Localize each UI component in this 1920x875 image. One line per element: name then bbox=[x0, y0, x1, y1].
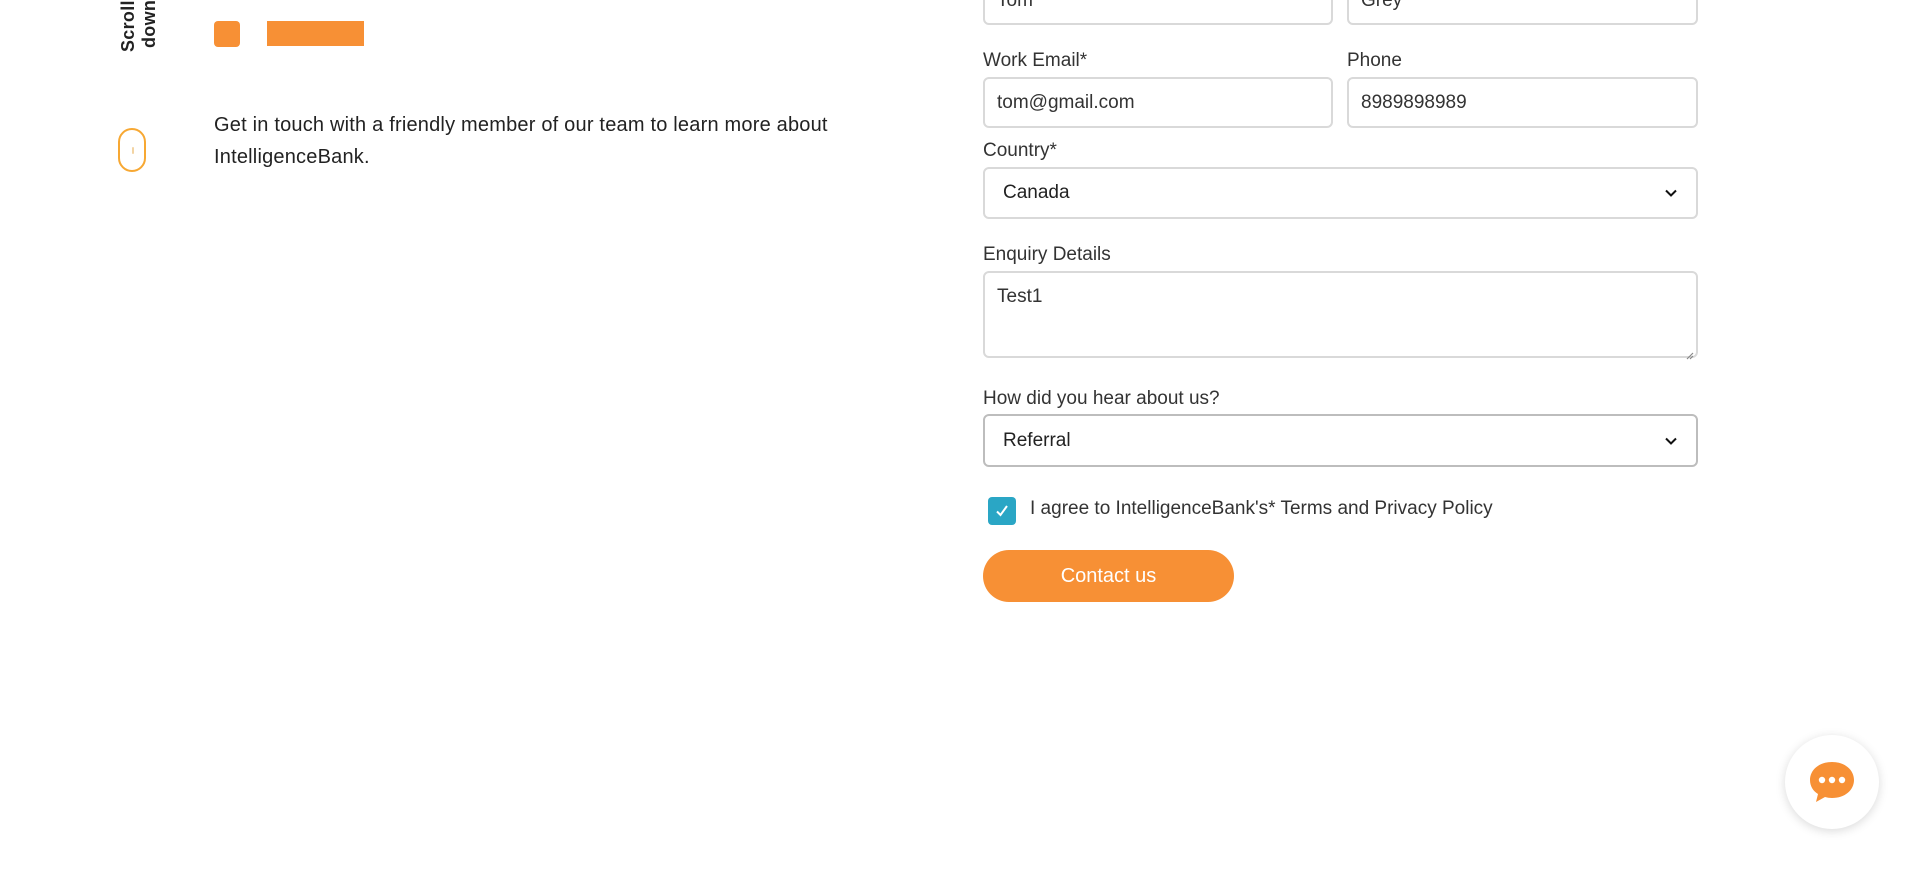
enquiry-label: Enquiry Details bbox=[983, 244, 1111, 265]
hear-about-label: How did you hear about us? bbox=[983, 388, 1220, 409]
agree-checkbox[interactable] bbox=[988, 497, 1016, 525]
phone-field[interactable]: 8989898989 bbox=[1347, 77, 1698, 128]
last-name-value: Grey bbox=[1361, 0, 1403, 11]
work-email-value: tom@gmail.com bbox=[997, 91, 1135, 113]
hear-about-select[interactable]: Referral bbox=[983, 414, 1698, 467]
mouse-wheel bbox=[132, 147, 134, 154]
chevron-down-icon bbox=[1664, 186, 1678, 200]
chat-bubble-icon bbox=[1810, 762, 1854, 802]
phone-label: Phone bbox=[1347, 50, 1402, 71]
chat-launcher-button[interactable] bbox=[1785, 735, 1879, 829]
work-email-field[interactable]: tom@gmail.com bbox=[983, 77, 1333, 128]
intro-paragraph: Get in touch with a friendly member of o… bbox=[214, 114, 828, 168]
first-name-value: Tom bbox=[997, 0, 1033, 11]
decorative-square bbox=[214, 21, 240, 47]
work-email-label: Work Email* bbox=[983, 50, 1088, 71]
checkmark-icon bbox=[996, 505, 1008, 517]
first-name-field[interactable]: Tom bbox=[983, 0, 1333, 25]
hear-about-value: Referral bbox=[1003, 429, 1071, 451]
country-select[interactable]: Canada bbox=[983, 167, 1698, 219]
contact-us-button[interactable]: Contact us bbox=[983, 550, 1234, 602]
last-name-field[interactable]: Grey bbox=[1347, 0, 1698, 25]
country-value: Canada bbox=[1003, 182, 1070, 203]
resize-grip-icon[interactable] bbox=[1684, 344, 1694, 360]
phone-value: 8989898989 bbox=[1361, 91, 1467, 113]
contact-page: Scroll down Get in touch with a friendly… bbox=[0, 0, 1920, 875]
scroll-mouse-icon[interactable] bbox=[118, 128, 146, 172]
decorative-bar bbox=[267, 21, 364, 46]
country-label: Country* bbox=[983, 140, 1057, 161]
enquiry-value: Test1 bbox=[997, 286, 1043, 307]
scroll-down-label: Scroll down bbox=[118, 0, 159, 52]
agree-label[interactable]: I agree to IntelligenceBank's* Terms and… bbox=[1030, 498, 1493, 520]
chevron-down-icon bbox=[1664, 434, 1678, 448]
enquiry-textarea[interactable]: Test1 bbox=[983, 271, 1698, 360]
